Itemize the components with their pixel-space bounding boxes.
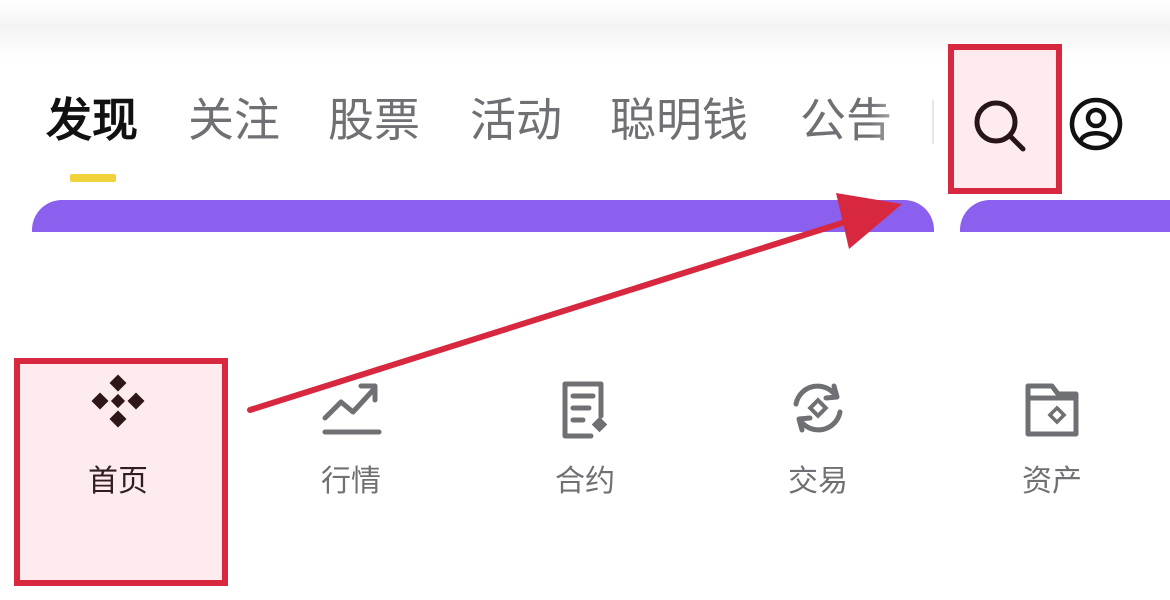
nav-trade-label: 交易 xyxy=(788,464,848,499)
tab-events[interactable]: 活动 xyxy=(470,88,562,158)
chart-trend-icon xyxy=(322,383,382,435)
user-circle-icon xyxy=(1069,97,1123,151)
nav-futures-label: 合约 xyxy=(555,464,615,499)
tabs-divider xyxy=(932,100,934,144)
nav-assets-label: 资产 xyxy=(1022,464,1082,499)
active-tab-indicator xyxy=(70,174,116,182)
exchange-icon xyxy=(793,383,843,433)
tab-discover[interactable]: 发现 xyxy=(46,88,138,158)
tab-announcements[interactable]: 公告 xyxy=(800,88,892,158)
feed-tabs: 发现 关注 股票 活动 聪明钱 公告 xyxy=(0,88,930,158)
tab-smart-money[interactable]: 聪明钱 xyxy=(610,88,748,158)
search-highlight-box xyxy=(948,44,1062,194)
tab-stocks[interactable]: 股票 xyxy=(328,88,420,158)
profile-button[interactable] xyxy=(1068,96,1124,152)
nav-markets[interactable]: 行情 xyxy=(271,374,431,499)
nav-assets[interactable]: 资产 xyxy=(972,374,1132,499)
nav-trade[interactable]: 交易 xyxy=(738,374,898,499)
nav-markets-label: 行情 xyxy=(321,464,381,499)
wallet-icon xyxy=(1025,383,1079,437)
nav-futures[interactable]: 合约 xyxy=(505,374,665,499)
document-icon xyxy=(562,381,608,439)
tab-following[interactable]: 关注 xyxy=(188,88,280,158)
banner-card[interactable] xyxy=(32,200,934,232)
banner-card-next[interactable] xyxy=(960,200,1170,232)
home-highlight-box xyxy=(14,358,228,586)
